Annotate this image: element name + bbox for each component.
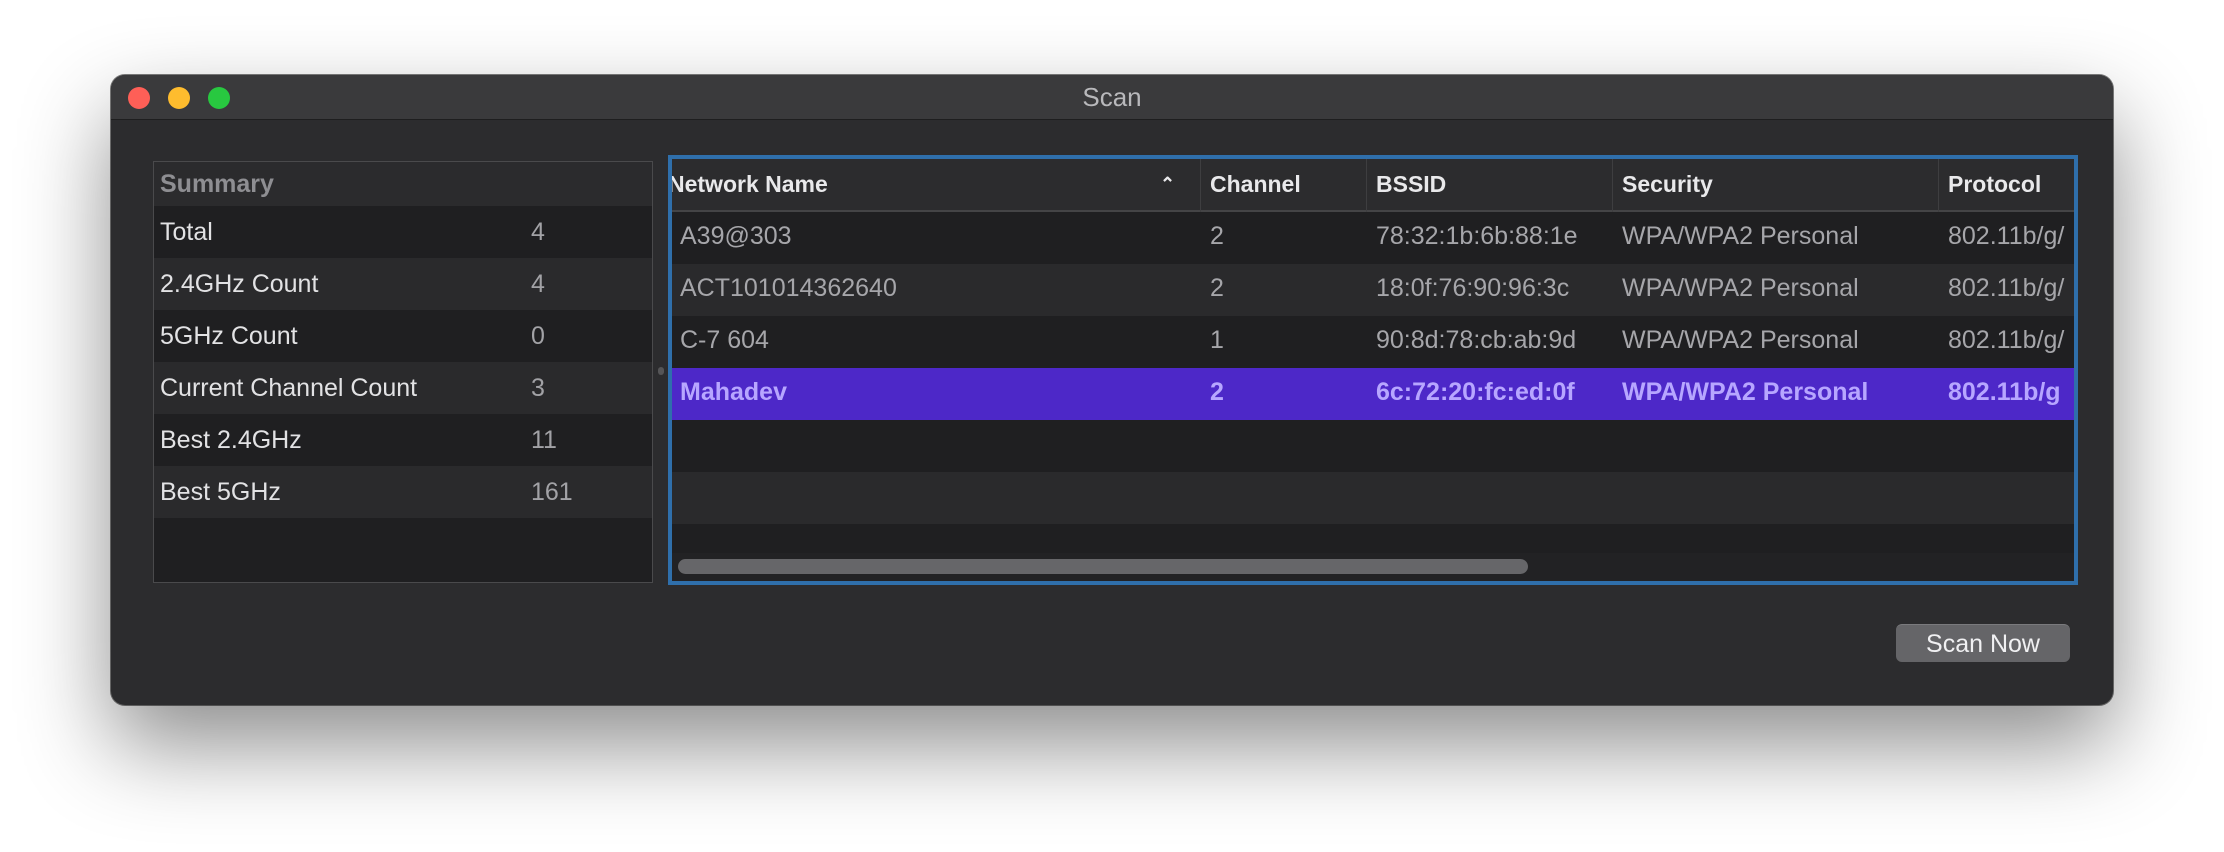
summary-row[interactable]: Total 4 [154, 206, 652, 258]
summary-table[interactable]: Summary Total 4 2.4GHz Count 4 5GHz Coun… [153, 161, 653, 583]
table-row[interactable]: ACT101014362640 2 18:0f:76:90:96:3c WPA/… [672, 264, 2074, 316]
chevron-up-icon: ⌃ [1160, 174, 1176, 194]
column-header-security[interactable]: Security [1614, 159, 1937, 210]
summary-row[interactable]: Best 2.4GHz 11 [154, 414, 652, 466]
scan-window: Scan Summary Total 4 2.4GHz Count 4 5GHz… [111, 75, 2113, 705]
cell-protocol: 802.11b/g/ [1948, 274, 2065, 302]
cell-protocol: 802.11b/g/ [1948, 326, 2065, 354]
cell-network-name: C-7 604 [680, 326, 769, 354]
summary-header: Summary [154, 162, 652, 206]
column-header-bssid[interactable]: BSSID [1368, 159, 1611, 210]
summary-value: 4 [531, 218, 545, 246]
split-view-divider[interactable] [658, 367, 664, 375]
cell-bssid: 78:32:1b:6b:88:1e [1376, 222, 1578, 250]
column-header-protocol[interactable]: Protocol [1940, 159, 2074, 210]
window-title: Scan [1082, 82, 1142, 112]
cell-network-name: Mahadev [680, 378, 787, 406]
summary-value: 161 [531, 478, 573, 506]
summary-label: 2.4GHz Count [160, 270, 319, 298]
table-row[interactable]: C-7 604 1 90:8d:78:cb:ab:9d WPA/WPA2 Per… [672, 316, 2074, 368]
cell-channel: 2 [1210, 274, 1224, 302]
summary-label: Total [160, 218, 213, 246]
cell-network-name: ACT101014362640 [680, 274, 897, 302]
summary-value: 0 [531, 322, 545, 350]
summary-row[interactable]: 2.4GHz Count 4 [154, 258, 652, 310]
cell-security: WPA/WPA2 Personal [1622, 326, 1859, 354]
cell-channel: 2 [1210, 378, 1224, 406]
cell-protocol: 802.11b/g [1948, 378, 2061, 406]
summary-value: 3 [531, 374, 545, 402]
cell-channel: 2 [1210, 222, 1224, 250]
cell-bssid: 90:8d:78:cb:ab:9d [1376, 326, 1577, 354]
summary-label: Best 2.4GHz [160, 426, 302, 454]
summary-label: 5GHz Count [160, 322, 298, 350]
scrollbar-thumb[interactable] [678, 559, 1528, 574]
scan-now-button[interactable]: Scan Now [1896, 624, 2070, 662]
cell-security: WPA/WPA2 Personal [1622, 222, 1859, 250]
cell-security: WPA/WPA2 Personal [1622, 378, 1869, 406]
networks-table[interactable]: Network Name ⌃ Channel BSSID Security Pr… [668, 155, 2078, 585]
summary-value: 4 [531, 270, 545, 298]
table-row[interactable]: A39@303 2 78:32:1b:6b:88:1e WPA/WPA2 Per… [672, 212, 2074, 264]
cell-network-name: A39@303 [680, 222, 792, 250]
empty-row [672, 420, 2074, 472]
column-header-channel[interactable]: Channel [1202, 159, 1365, 210]
summary-label: Current Channel Count [160, 374, 418, 402]
summary-empty-row [154, 518, 652, 570]
horizontal-scrollbar[interactable] [672, 553, 2074, 581]
summary-row[interactable]: Current Channel Count 3 [154, 362, 652, 414]
summary-label: Best 5GHz [160, 478, 281, 506]
summary-row[interactable]: Best 5GHz 161 [154, 466, 652, 518]
cell-bssid: 6c:72:20:fc:ed:0f [1376, 378, 1575, 406]
cell-protocol: 802.11b/g/ [1948, 222, 2065, 250]
summary-row[interactable]: 5GHz Count 0 [154, 310, 652, 362]
summary-value: 11 [531, 426, 557, 454]
cell-bssid: 18:0f:76:90:96:3c [1376, 274, 1570, 302]
cell-security: WPA/WPA2 Personal [1622, 274, 1859, 302]
networks-table-body: A39@303 2 78:32:1b:6b:88:1e WPA/WPA2 Per… [672, 212, 2074, 576]
cell-channel: 1 [1210, 326, 1224, 354]
networks-table-header: Network Name ⌃ Channel BSSID Security Pr… [672, 159, 2074, 212]
empty-row [672, 472, 2074, 524]
column-header-network-name[interactable]: Network Name ⌃ [672, 159, 1199, 210]
table-row-selected[interactable]: Mahadev 2 6c:72:20:fc:ed:0f WPA/WPA2 Per… [672, 368, 2074, 420]
title-bar: Scan [111, 75, 2113, 120]
